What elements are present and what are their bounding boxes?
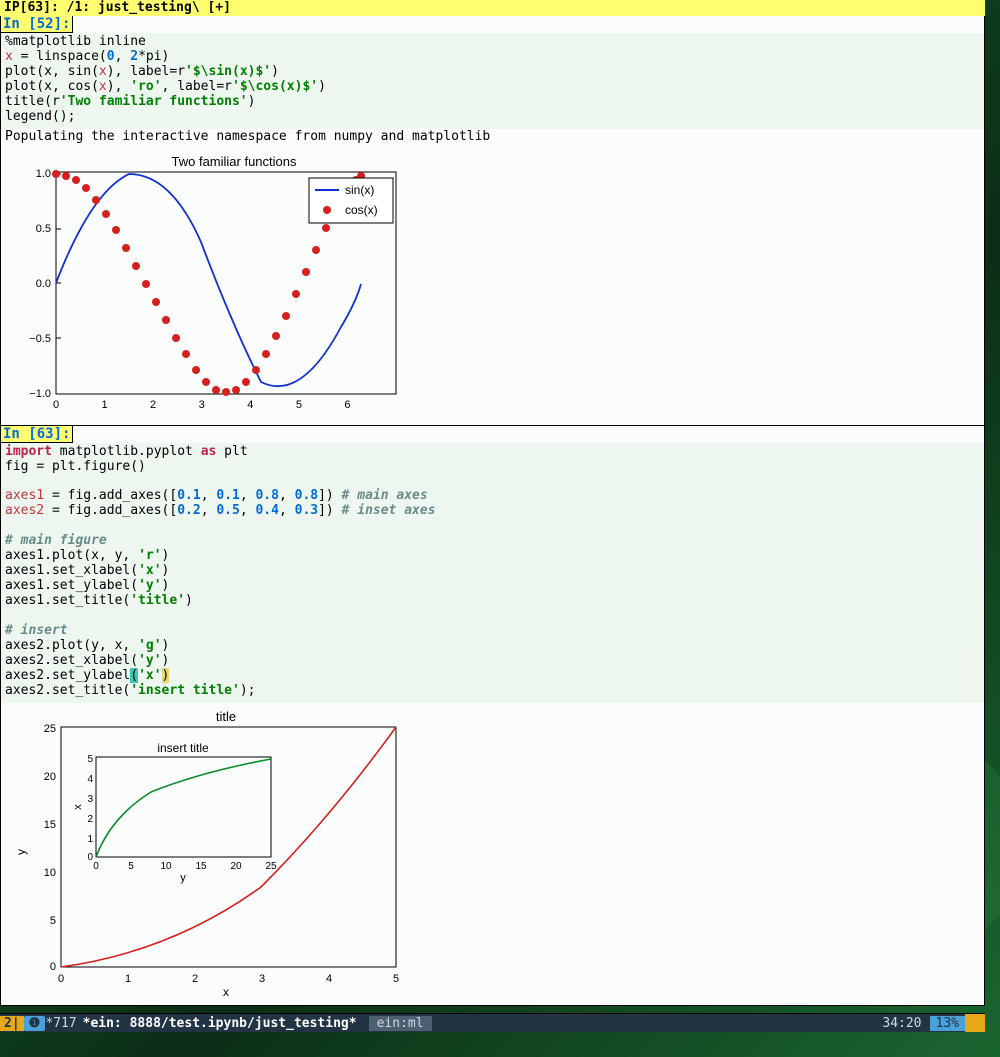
modeline-workspace-icon: ❶ bbox=[24, 1016, 46, 1031]
chart1-title: Two familiar functions bbox=[172, 154, 297, 169]
modeline-buffer-name: *ein: 8888/test.ipynb/just_testing* bbox=[83, 1016, 357, 1031]
svg-text:y: y bbox=[180, 872, 186, 884]
svg-text:y: y bbox=[14, 849, 28, 855]
modeline-percent: 13% bbox=[930, 1016, 965, 1031]
svg-text:2: 2 bbox=[87, 814, 93, 825]
svg-text:0: 0 bbox=[50, 961, 56, 973]
svg-text:4: 4 bbox=[87, 774, 93, 785]
svg-text:5: 5 bbox=[128, 861, 134, 872]
svg-text:1: 1 bbox=[87, 834, 93, 845]
svg-text:3: 3 bbox=[199, 399, 205, 411]
cell1-plot: Two familiar functions 1.0 0.5 0.0 −0.5 … bbox=[1, 148, 984, 425]
svg-text:20: 20 bbox=[44, 771, 56, 783]
title-text: IP[63]: /1: just_testing\ [+] bbox=[4, 0, 231, 15]
svg-text:0.5: 0.5 bbox=[36, 223, 51, 235]
cell1-prompt: In [52]: bbox=[1, 16, 73, 33]
svg-text:5: 5 bbox=[296, 399, 302, 411]
svg-text:10: 10 bbox=[44, 867, 56, 879]
modeline-modified-star: * bbox=[45, 1016, 53, 1031]
modeline-left-chip: 2| bbox=[0, 1016, 24, 1031]
chart2-title: title bbox=[216, 709, 236, 724]
svg-text:5: 5 bbox=[87, 754, 93, 765]
svg-text:10: 10 bbox=[160, 861, 172, 872]
modeline-cursor-pos: 34:20 bbox=[874, 1016, 929, 1031]
svg-text:4: 4 bbox=[247, 399, 253, 411]
inset-chart: title 252015 1050 y 012 345 x bbox=[1, 707, 401, 997]
svg-text:25: 25 bbox=[44, 723, 56, 735]
modeline-line: 717 bbox=[53, 1016, 76, 1031]
modeline[interactable]: 2| ❶ * 717 *ein: 8888/test.ipynb/just_te… bbox=[0, 1013, 985, 1032]
svg-text:5: 5 bbox=[50, 915, 56, 927]
svg-text:0.0: 0.0 bbox=[36, 278, 51, 290]
svg-text:20: 20 bbox=[230, 861, 242, 872]
svg-text:0: 0 bbox=[58, 973, 64, 985]
notebook-cell-1[interactable]: In [52]: %matplotlib inline x = linspace… bbox=[0, 16, 985, 426]
svg-text:15: 15 bbox=[195, 861, 207, 872]
inset-axes: insert title 543 210 x 0510 152025 y bbox=[72, 741, 277, 884]
svg-text:6: 6 bbox=[344, 399, 350, 411]
svg-text:25: 25 bbox=[265, 861, 277, 872]
modeline-endcap bbox=[965, 1014, 985, 1032]
notebook-cell-2[interactable]: In [63]: import matplotlib.pyplot as plt… bbox=[0, 426, 985, 1006]
svg-text:5: 5 bbox=[393, 973, 399, 985]
svg-text:4: 4 bbox=[326, 973, 332, 985]
svg-text:−1.0: −1.0 bbox=[29, 388, 51, 400]
svg-text:1: 1 bbox=[102, 399, 108, 411]
svg-text:1: 1 bbox=[125, 973, 131, 985]
svg-text:x: x bbox=[72, 803, 84, 809]
svg-text:insert title: insert title bbox=[157, 741, 209, 755]
modeline-major-mode: ein:ml bbox=[369, 1016, 432, 1031]
cell1-code[interactable]: %matplotlib inline x = linspace(0, 2*pi)… bbox=[1, 33, 984, 129]
svg-text:0: 0 bbox=[93, 861, 99, 872]
chart1-legend: sin(x) cos(x) bbox=[309, 178, 393, 223]
svg-text:1.0: 1.0 bbox=[36, 168, 51, 180]
cell2-code[interactable]: import matplotlib.pyplot as plt fig = pl… bbox=[1, 443, 984, 703]
title-bar[interactable]: IP[63]: /1: just_testing\ [+] bbox=[0, 0, 985, 16]
svg-text:2: 2 bbox=[192, 973, 198, 985]
svg-text:2: 2 bbox=[150, 399, 156, 411]
svg-text:3: 3 bbox=[259, 973, 265, 985]
svg-text:0: 0 bbox=[53, 399, 59, 411]
svg-text:cos(x): cos(x) bbox=[345, 203, 378, 217]
svg-text:sin(x): sin(x) bbox=[345, 183, 374, 197]
emacs-frame: IP[63]: /1: just_testing\ [+] In [52]: %… bbox=[0, 0, 985, 1032]
svg-text:−0.5: −0.5 bbox=[29, 333, 51, 345]
svg-text:x: x bbox=[223, 985, 229, 997]
cell2-plot: title 252015 1050 y 012 345 x bbox=[1, 703, 984, 1005]
svg-text:3: 3 bbox=[87, 794, 93, 805]
sin-cos-chart: Two familiar functions 1.0 0.5 0.0 −0.5 … bbox=[1, 152, 401, 417]
svg-text:15: 15 bbox=[44, 819, 56, 831]
cell1-output-text: Populating the interactive namespace fro… bbox=[1, 129, 984, 148]
cell2-prompt: In [63]: bbox=[1, 426, 73, 443]
